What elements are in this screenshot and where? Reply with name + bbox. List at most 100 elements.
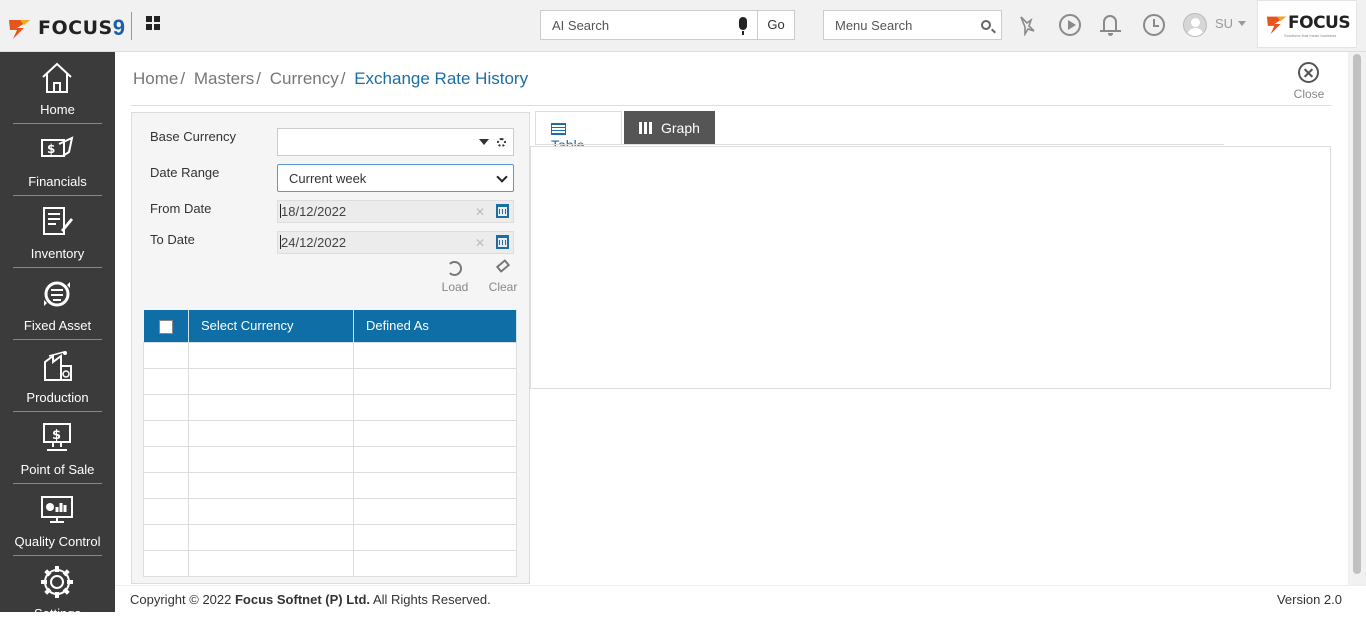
- to-date-field[interactable]: 24/12/2022 ✕: [277, 231, 514, 254]
- table-cell[interactable]: [143, 523, 189, 551]
- clear-date-icon[interactable]: ✕: [475, 236, 485, 250]
- table-cell[interactable]: [353, 471, 517, 499]
- breadcrumb-currency[interactable]: Currency: [270, 69, 339, 88]
- table-row[interactable]: [143, 445, 517, 473]
- play-icon[interactable]: [1059, 14, 1081, 36]
- clear-button[interactable]: Clear: [484, 259, 522, 296]
- bird-icon[interactable]: [1017, 14, 1039, 36]
- base-currency-select[interactable]: [277, 128, 514, 156]
- table-cell[interactable]: [188, 419, 354, 447]
- table-row[interactable]: [143, 497, 517, 525]
- table-cell[interactable]: [353, 419, 517, 447]
- history-icon[interactable]: [1143, 14, 1165, 36]
- currency-table: Select Currency Defined As: [143, 310, 517, 577]
- from-date-value: 18/12/2022: [281, 204, 347, 219]
- ai-search-input[interactable]: AI Search: [540, 10, 758, 40]
- table-cell[interactable]: [143, 367, 189, 395]
- table-cell[interactable]: [143, 471, 189, 499]
- table-cell[interactable]: [188, 341, 354, 369]
- table-cell[interactable]: [188, 497, 354, 525]
- calendar-icon[interactable]: [496, 235, 509, 249]
- table-cell[interactable]: [353, 497, 517, 525]
- table-row[interactable]: [143, 471, 517, 499]
- table-cell[interactable]: [143, 497, 189, 525]
- table-cell[interactable]: [353, 393, 517, 421]
- sidebar-item-point-of-sale[interactable]: $ Point of Sale: [13, 412, 102, 484]
- table-cell[interactable]: [353, 445, 517, 473]
- sidebar-item-label: Point of Sale: [20, 462, 95, 477]
- table-row[interactable]: [143, 419, 517, 447]
- bell-icon[interactable]: [1100, 14, 1122, 36]
- mic-icon[interactable]: [739, 17, 747, 35]
- table-cell[interactable]: [188, 549, 354, 577]
- table-cell[interactable]: [143, 445, 189, 473]
- grid-icon[interactable]: [146, 16, 161, 31]
- refresh-icon: [447, 261, 462, 276]
- sidebar-item-inventory[interactable]: Inventory: [13, 196, 102, 268]
- logo-divider: [131, 12, 132, 40]
- ai-search-placeholder: AI Search: [552, 18, 610, 33]
- table-row[interactable]: [143, 341, 517, 369]
- table-cell[interactable]: [353, 341, 517, 369]
- table-cell[interactable]: [143, 549, 189, 577]
- svg-text:$: $: [47, 142, 55, 156]
- table-cell[interactable]: [143, 341, 189, 369]
- load-label: Load: [441, 280, 469, 294]
- column-header-defined-as[interactable]: Defined As: [353, 310, 517, 342]
- load-button[interactable]: Load: [436, 260, 474, 296]
- tab-graph[interactable]: Graph: [624, 111, 715, 145]
- breadcrumb-home[interactable]: Home: [133, 69, 178, 88]
- close-button[interactable]: Close: [1290, 62, 1328, 102]
- focus9-logo[interactable]: FOCUS 9: [8, 13, 125, 43]
- gear-icon[interactable]: [497, 138, 506, 147]
- select-all-checkbox[interactable]: [158, 319, 173, 334]
- table-cell[interactable]: [353, 367, 517, 395]
- go-button[interactable]: Go: [757, 10, 795, 40]
- table-cell[interactable]: [188, 523, 354, 551]
- table-content-area: [530, 146, 1331, 389]
- table-cell[interactable]: [188, 445, 354, 473]
- scroll-thumb[interactable]: [1353, 54, 1361, 574]
- sidebar-item-fixed-asset[interactable]: Fixed Asset: [13, 268, 102, 340]
- caret-down-icon[interactable]: [479, 139, 489, 145]
- table-row[interactable]: [143, 523, 517, 551]
- sidebar-item-production[interactable]: Production: [13, 340, 102, 412]
- sidebar-item-label: Financials: [28, 174, 87, 189]
- table-cell[interactable]: [353, 549, 517, 577]
- from-date-field[interactable]: 18/12/2022 ✕: [277, 200, 514, 223]
- sidebar-item-label: Production: [26, 390, 89, 405]
- table-cell[interactable]: [188, 393, 354, 421]
- table-cell[interactable]: [188, 367, 354, 395]
- breadcrumb-masters[interactable]: Masters: [194, 69, 254, 88]
- tab-table[interactable]: Table: [535, 111, 622, 153]
- table-cell[interactable]: [143, 393, 189, 421]
- sidebar-item-financials[interactable]: $ Financials: [13, 124, 102, 196]
- sidebar-item-home[interactable]: Home: [13, 52, 102, 124]
- calendar-icon[interactable]: [496, 204, 509, 218]
- page-scrollbar[interactable]: [1348, 52, 1366, 585]
- table-row[interactable]: [143, 393, 517, 421]
- sidebar: Home $ Financials Inventory Fixed Asset: [0, 52, 115, 621]
- menu-search-input[interactable]: Menu Search: [823, 10, 1002, 40]
- sidebar-item-label: Settings: [34, 606, 81, 621]
- date-range-select[interactable]: Current week: [277, 164, 514, 192]
- sidebar-item-quality-control[interactable]: Quality Control: [13, 484, 102, 556]
- search-icon[interactable]: [981, 20, 991, 30]
- clear-date-icon[interactable]: ✕: [475, 205, 485, 219]
- rights-text: All Rights Reserved.: [372, 592, 491, 607]
- to-date-value: 24/12/2022: [281, 235, 347, 250]
- user-initials[interactable]: SU: [1215, 16, 1233, 31]
- column-header-select-currency[interactable]: Select Currency: [188, 310, 354, 342]
- table-cell[interactable]: [188, 471, 354, 499]
- logo-text: FOCUS: [38, 17, 113, 39]
- user-avatar-icon[interactable]: [1183, 13, 1207, 37]
- tab-divider: [535, 144, 1224, 145]
- sidebar-item-settings[interactable]: Settings: [13, 556, 102, 628]
- table-row[interactable]: [143, 367, 517, 395]
- financials-icon: $: [41, 136, 74, 157]
- table-row[interactable]: [143, 549, 517, 577]
- caret-down-icon[interactable]: [1238, 21, 1246, 26]
- table-cell[interactable]: [353, 523, 517, 551]
- select-all-cell: [143, 310, 189, 342]
- table-cell[interactable]: [143, 419, 189, 447]
